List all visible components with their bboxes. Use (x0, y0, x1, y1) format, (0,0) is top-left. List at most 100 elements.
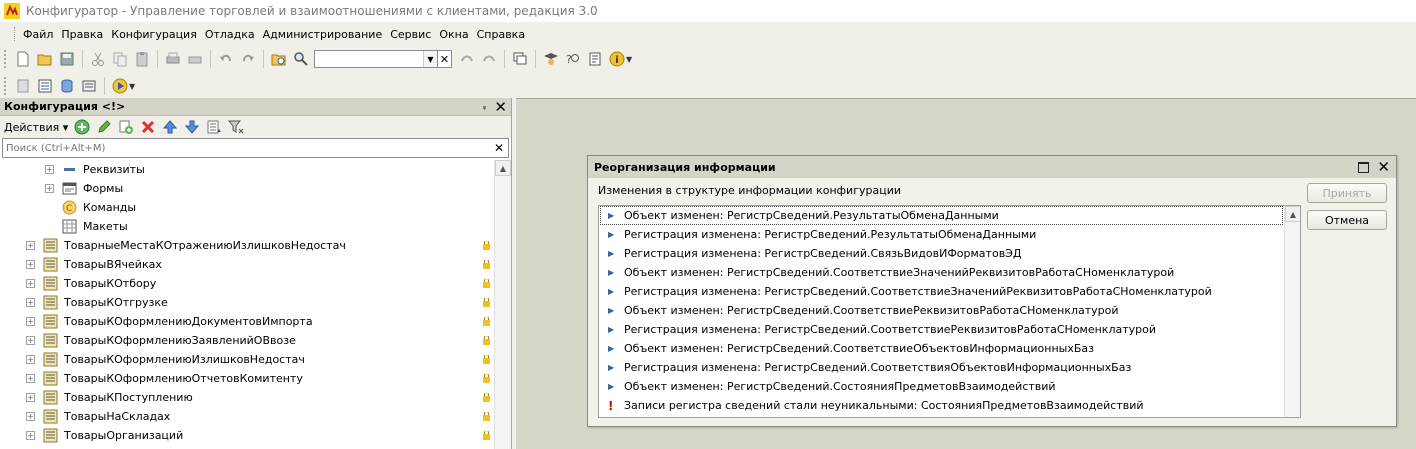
expand-icon[interactable]: + (26, 298, 35, 307)
list-item[interactable]: ▶ Объект изменен: РегистрСведений.Соответ… (599, 263, 1300, 282)
copy-object-icon[interactable] (118, 119, 134, 135)
list-item[interactable]: ▶ Объект изменен: РегистрСведений.Соответ… (599, 301, 1300, 320)
tree-item[interactable]: + ТоварныеМестаКОтражениюИзлишковНедоста… (0, 236, 494, 255)
add-icon[interactable] (74, 119, 90, 135)
expand-icon[interactable]: + (26, 260, 35, 269)
expand-icon[interactable]: + (26, 241, 35, 250)
about-button[interactable]: i (606, 48, 628, 70)
redo-button[interactable] (237, 48, 259, 70)
filter-icon[interactable] (228, 119, 244, 135)
changes-list[interactable]: ▶ Объект изменен: РегистрСведений.Результ… (598, 205, 1301, 418)
menu-debug[interactable]: Отладка (201, 28, 259, 41)
expand-icon[interactable]: + (26, 336, 35, 345)
debug-dropdown-icon[interactable]: ▼ (129, 82, 137, 91)
tree-item[interactable]: + Реквизиты (0, 160, 494, 179)
menu-windows[interactable]: Окна (435, 28, 472, 41)
find-previous-button[interactable] (456, 48, 478, 70)
close-dialog-icon[interactable]: ✕ (1377, 160, 1390, 175)
list-item[interactable]: ▶ Регистрация изменена: РегистрСведений.С… (599, 244, 1300, 263)
start-debugging-button[interactable] (109, 75, 131, 97)
help-search-button[interactable]: ? (562, 48, 584, 70)
tree-item[interactable]: Макеты (0, 217, 494, 236)
changes-scrollbar[interactable]: ▲ (1284, 206, 1300, 417)
save-button[interactable] (56, 48, 78, 70)
search-combobox[interactable]: ▼ (314, 50, 438, 68)
expand-icon[interactable]: + (45, 165, 54, 174)
help-contents-button[interactable] (584, 48, 606, 70)
tree-item[interactable]: C Команды (0, 198, 494, 217)
tree-item[interactable]: + ТоварыКОформлениюОтчетовКомитенту (0, 369, 494, 388)
copy-button[interactable] (109, 48, 131, 70)
pin-icon[interactable]: ᵩ (483, 102, 487, 112)
toolbar-overflow-icon[interactable]: ▼ (626, 55, 634, 64)
tree-item[interactable]: + ТоварыКОтбору (0, 274, 494, 293)
list-item[interactable]: ▶ Объект изменен: РегистрСведений.Состоян… (599, 377, 1300, 396)
tree-item[interactable]: + ТоварыКОформлениюЗаявленийОВвозе (0, 331, 494, 350)
print-preview-button[interactable] (184, 48, 206, 70)
accept-button[interactable]: Принять (1307, 183, 1387, 203)
expand-arrow-icon[interactable]: ▶ (608, 325, 618, 334)
paste-button[interactable] (131, 48, 153, 70)
list-item[interactable]: ▶ Регистрация изменена: РегистрСведений.С… (599, 358, 1300, 377)
expand-arrow-icon[interactable]: ▶ (608, 382, 618, 391)
tree-item[interactable]: + ТоварыНаСкладах (0, 407, 494, 426)
new-document-button[interactable] (12, 48, 34, 70)
menu-configuration[interactable]: Конфигурация (107, 28, 201, 41)
expand-icon[interactable]: + (26, 374, 35, 383)
configuration-search-input[interactable] (6, 142, 476, 154)
list-item[interactable]: ▶ Регистрация изменена: РегистрСведений.Р… (599, 225, 1300, 244)
print-button[interactable] (162, 48, 184, 70)
move-down-icon[interactable] (184, 119, 200, 135)
configuration-search-field[interactable]: ✕ (2, 138, 509, 158)
open-button[interactable] (34, 48, 56, 70)
list-item[interactable]: ▶ Объект изменен: РегистрСведений.Соответ… (599, 339, 1300, 358)
undo-button[interactable] (215, 48, 237, 70)
config-window-button[interactable] (12, 75, 34, 97)
cancel-button[interactable]: Отмена (1307, 210, 1387, 230)
expand-icon[interactable]: + (26, 317, 35, 326)
expand-arrow-icon[interactable]: ▶ (608, 268, 618, 277)
list-item[interactable]: ▶ Объект изменен: РегистрСведений.Результ… (599, 206, 1300, 225)
expand-icon[interactable]: + (26, 431, 35, 440)
expand-icon[interactable]: + (26, 412, 35, 421)
close-panel-icon[interactable]: ✕ (494, 99, 507, 114)
expand-arrow-icon[interactable]: ▶ (608, 306, 618, 315)
tree-item[interactable]: + ТоварыКОформлениюДокументовИмпорта (0, 312, 494, 331)
syntax-assistant-button[interactable] (540, 48, 562, 70)
list-item[interactable]: ▶ Регистрация изменена: РегистрСведений.С… (599, 320, 1300, 339)
maximize-icon[interactable] (1358, 161, 1370, 173)
tree-item[interactable]: + ТоварыКОформлениюИзлишковНедостач (0, 350, 494, 369)
edit-pencil-icon[interactable] (96, 119, 112, 135)
expand-icon[interactable]: + (26, 279, 35, 288)
tree-scrollbar[interactable]: ▲ (494, 160, 511, 449)
tree-item[interactable]: + ТоварыВЯчейках (0, 255, 494, 274)
expand-icon[interactable]: + (26, 393, 35, 402)
windows-button[interactable] (509, 48, 531, 70)
expand-arrow-icon[interactable]: ▶ (608, 249, 618, 258)
tree-item[interactable]: + Формы (0, 179, 494, 198)
cut-button[interactable] (87, 48, 109, 70)
expand-arrow-icon[interactable]: ▶ (608, 344, 618, 353)
compare-button[interactable] (34, 75, 56, 97)
menu-service[interactable]: Сервис (386, 28, 435, 41)
scroll-up-icon[interactable]: ▲ (495, 160, 511, 176)
expand-arrow-icon[interactable]: ▶ (608, 363, 618, 372)
menu-administration[interactable]: Администрирование (259, 28, 387, 41)
tree-item[interactable]: + ТоварыКПоступлению (0, 388, 494, 407)
database-button[interactable] (56, 75, 78, 97)
find-next-button[interactable] (478, 48, 500, 70)
clear-search-icon[interactable]: ✕ (438, 50, 452, 68)
find-in-tree-button[interactable] (268, 48, 290, 70)
delete-icon[interactable] (140, 119, 156, 135)
search-button[interactable] (290, 48, 312, 70)
actions-menu-button[interactable]: Действия ▾ (4, 121, 68, 134)
tree-item[interactable]: + ТоварыКОтгрузке (0, 293, 494, 312)
update-db-button[interactable] (78, 75, 100, 97)
menu-help[interactable]: Справка (473, 28, 529, 41)
chevron-down-icon[interactable]: ▼ (423, 51, 437, 67)
expand-arrow-icon[interactable]: ▶ (608, 287, 618, 296)
list-item[interactable]: ! Записи регистра сведений стали неуникал… (599, 396, 1300, 415)
clear-search-icon[interactable]: ✕ (494, 141, 508, 155)
scroll-up-icon[interactable]: ▲ (1285, 206, 1300, 222)
move-up-icon[interactable] (162, 119, 178, 135)
